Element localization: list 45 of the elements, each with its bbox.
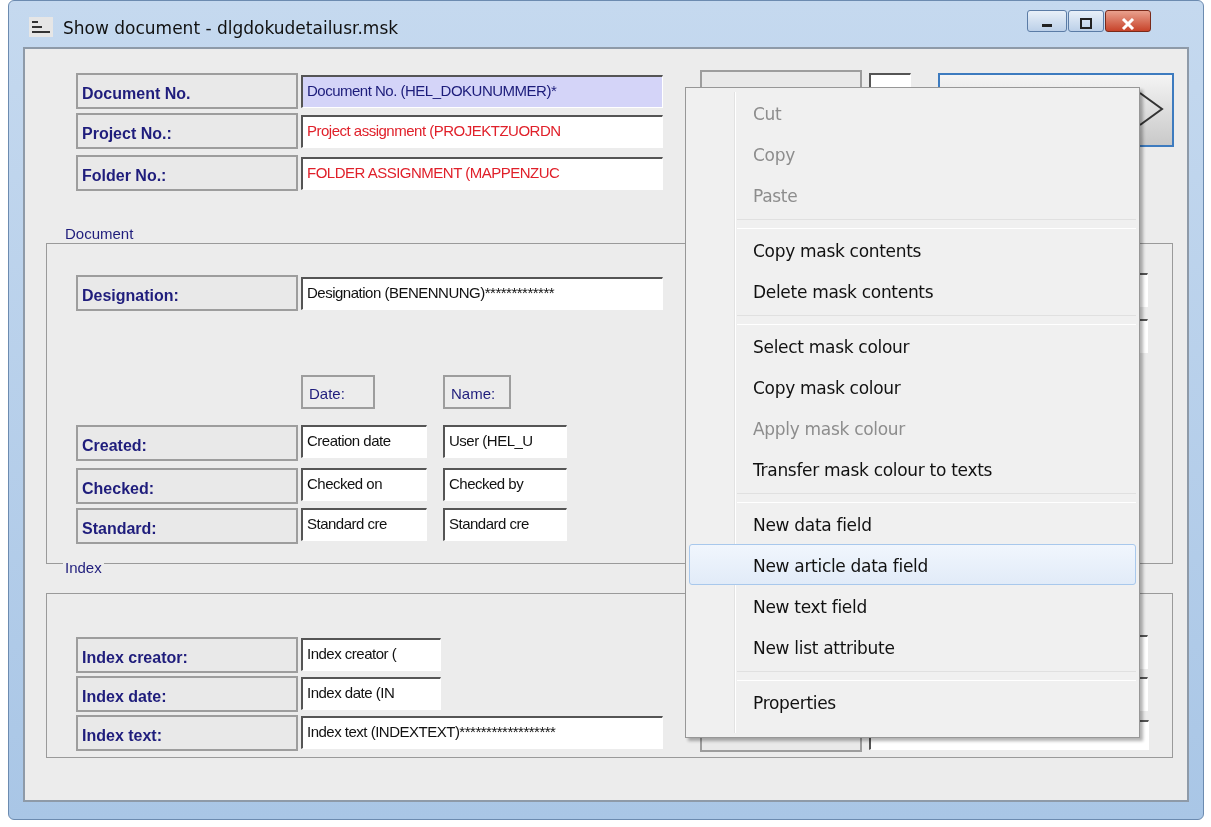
menu-item[interactable]: Delete mask contents [689, 270, 1136, 311]
menu-item[interactable]: New article data field [689, 544, 1136, 585]
field-label: Standard: [76, 508, 298, 544]
field-label: Index text: [76, 715, 298, 751]
minimize-button[interactable] [1027, 10, 1067, 32]
name-field[interactable]: User (HEL_U [443, 425, 567, 458]
text-field[interactable]: Designation (BENENNUNG)************* [301, 277, 663, 310]
menu-item[interactable]: Copy mask contents [689, 229, 1136, 270]
close-icon [1121, 17, 1135, 30]
text-field[interactable]: Project assignment (PROJEKTZUORDN [301, 115, 663, 148]
menu-item[interactable]: Properties [689, 681, 1136, 722]
menu-item[interactable]: Select mask colour [689, 325, 1136, 366]
field-label: Index creator: [76, 637, 298, 673]
close-button[interactable] [1105, 10, 1151, 32]
field-label: Created: [76, 425, 298, 461]
menu-item[interactable]: New list attribute [689, 626, 1136, 667]
name-field[interactable]: Standard cre [443, 508, 567, 541]
date-field[interactable]: Checked on [301, 468, 427, 501]
group-title: Index [63, 560, 104, 576]
text-field[interactable]: Index date (IN [301, 677, 441, 710]
column-header: Name: [443, 375, 511, 409]
field-label: Folder No.: [76, 155, 298, 191]
menu-item[interactable]: Transfer mask colour to texts [689, 448, 1136, 489]
menu-item[interactable]: New text field [689, 585, 1136, 626]
text-field[interactable]: FOLDER ASSIGNMENT (MAPPENZUC [301, 157, 663, 190]
field-label: Project No.: [76, 113, 298, 149]
maximize-button[interactable] [1068, 10, 1104, 32]
text-field[interactable]: Index text (INDEXTEXT)****************** [301, 716, 663, 749]
menu-item[interactable]: Copy mask colour [689, 366, 1136, 407]
field-label: Designation: [76, 275, 298, 311]
date-field[interactable]: Standard cre [301, 508, 427, 541]
column-header: Date: [301, 375, 375, 409]
date-field[interactable]: Creation date [301, 425, 427, 458]
field-label: Checked: [76, 468, 298, 504]
window-menu-icon[interactable] [29, 17, 53, 37]
menu-item[interactable]: New data field [689, 503, 1136, 544]
minimize-icon [1042, 23, 1052, 27]
text-field[interactable]: Document No. (HEL_DOKUNUMMER)* [301, 75, 663, 108]
maximize-icon [1079, 17, 1093, 30]
field-label: Index date: [76, 676, 298, 712]
field-label: Document No. [76, 73, 298, 109]
window-title: Show document - dlgdokudetailusr.msk [63, 17, 399, 40]
text-field[interactable]: Index creator ( [301, 638, 441, 671]
name-field[interactable]: Checked by [443, 468, 567, 501]
group-title: Document [63, 226, 136, 242]
